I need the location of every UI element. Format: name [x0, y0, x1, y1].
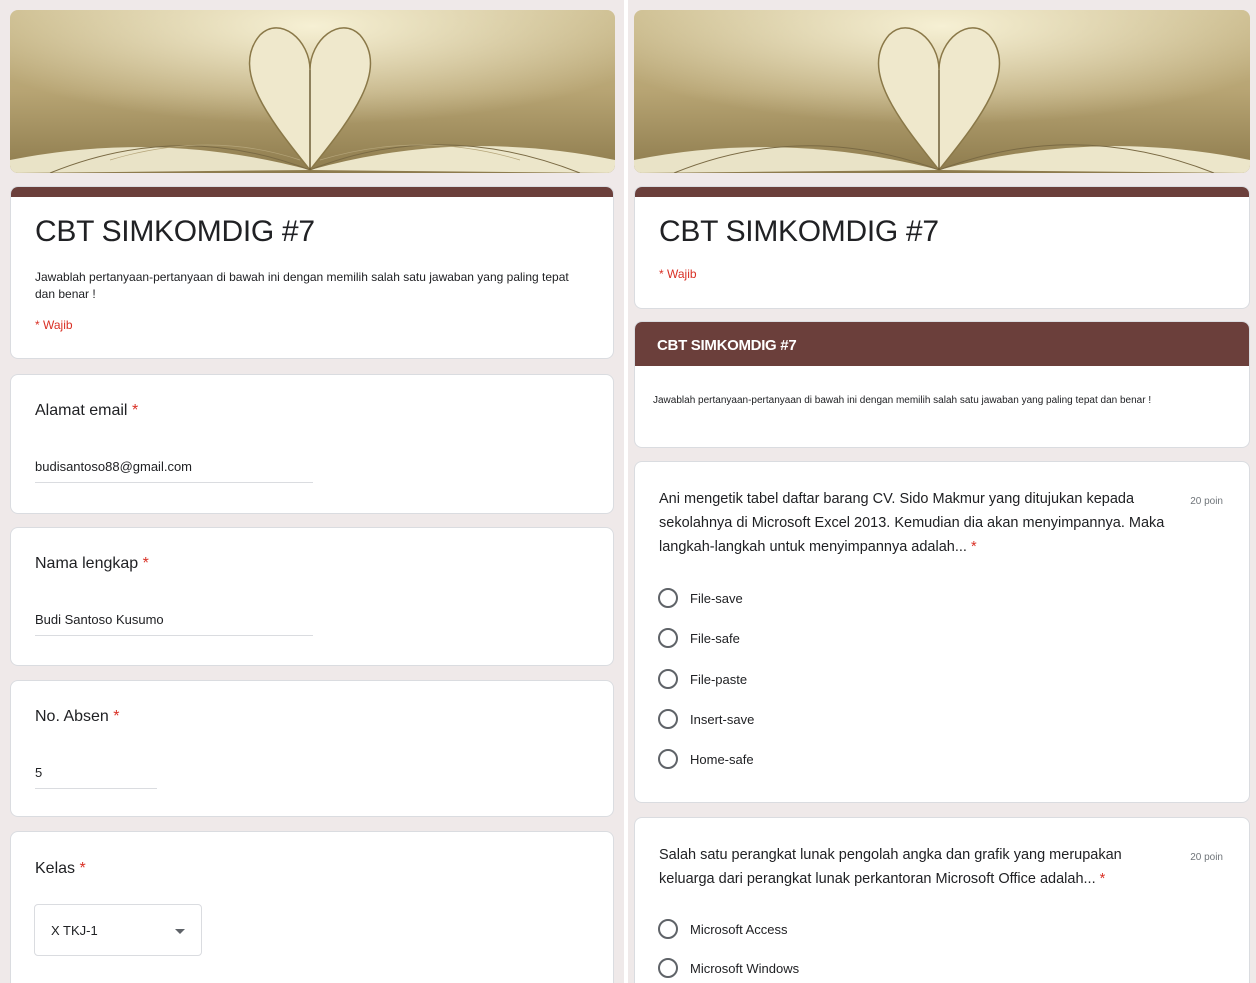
header-image [634, 10, 1250, 173]
section-card: CBT SIMKOMDIG #7 Jawablah pertanyaan-per… [634, 321, 1250, 448]
option-label: File-save [690, 590, 743, 606]
form-page-left: CBT SIMKOMDIG #7 Jawablah pertanyaan-per… [0, 0, 624, 983]
kelas-label: Kelas [35, 860, 76, 877]
name-question-card: Nama lengkap * Budi Santoso Kusumo [10, 527, 614, 666]
radio-button[interactable] [658, 709, 678, 729]
form-header-card: CBT SIMKOMDIG #7 * Wajib [634, 186, 1250, 309]
absen-label: No. Absen [35, 708, 109, 725]
option-label: File-safe [690, 630, 740, 646]
radio-button[interactable] [658, 919, 678, 939]
question-label: Kelas * [35, 860, 86, 878]
question-1-text: Ani mengetik tabel daftar barang CV. Sid… [659, 491, 1165, 555]
question-2-text: Salah satu perangkat lunak pengolah angk… [659, 847, 1122, 887]
option-label: Microsoft Windows [690, 960, 800, 976]
points-label: 20 poin [1190, 496, 1223, 507]
name-field[interactable]: Budi Santoso Kusumo [35, 612, 313, 636]
email-label: Alamat email [35, 402, 128, 419]
book-heart-image [634, 10, 1250, 173]
option-label: Home-safe [690, 751, 754, 767]
question-label: Nama lengkap * [35, 555, 149, 573]
option-home-safe[interactable]: Home-safe [658, 747, 754, 771]
required-note: * Wajib [659, 267, 697, 281]
required-star: * [142, 555, 149, 572]
radio-button[interactable] [658, 669, 678, 689]
theme-accent-bar [11, 187, 613, 197]
header-image [10, 10, 615, 173]
email-question-card: Alamat email * budisantoso88@gmail.com [10, 374, 614, 514]
email-field[interactable]: budisantoso88@gmail.com [35, 459, 313, 483]
required-star: * [79, 860, 86, 877]
kelas-question-card: Kelas * X TKJ-1 [10, 831, 614, 983]
question-card-2: Salah satu perangkat lunak pengolah angk… [634, 817, 1250, 983]
kelas-selected-value: X TKJ-1 [51, 922, 98, 938]
points-label: 20 poin [1190, 852, 1223, 863]
option-label: File-paste [690, 671, 748, 687]
form-page-right: CBT SIMKOMDIG #7 * Wajib CBT SIMKOMDIG #… [628, 0, 1256, 983]
question-text: Salah satu perangkat lunak pengolah angk… [659, 843, 1179, 891]
option-file-save[interactable]: File-save [658, 586, 743, 610]
kelas-dropdown[interactable]: X TKJ-1 [34, 904, 202, 956]
required-star: * [1099, 871, 1106, 887]
option-file-safe[interactable]: File-safe [658, 626, 740, 650]
question-label: Alamat email * [35, 402, 138, 420]
question-text: Ani mengetik tabel daftar barang CV. Sid… [659, 487, 1179, 559]
option-insert-save[interactable]: Insert-save [658, 707, 754, 731]
book-heart-image [10, 10, 615, 173]
form-description: Jawablah pertanyaan-pertanyaan di bawah … [35, 270, 569, 301]
question-label: No. Absen * [35, 708, 120, 726]
absen-question-card: No. Absen * 5 [10, 680, 614, 817]
required-star: * [970, 539, 977, 555]
required-star: * [131, 402, 139, 419]
question-card-1: Ani mengetik tabel daftar barang CV. Sid… [634, 461, 1250, 803]
option-microsoft-windows[interactable]: Microsoft Windows [658, 956, 799, 980]
required-note: * Wajib [35, 318, 73, 332]
required-star: * [113, 708, 120, 725]
radio-button[interactable] [658, 628, 678, 648]
section-title: CBT SIMKOMDIG #7 [635, 322, 1249, 366]
name-label: Nama lengkap [35, 555, 139, 572]
section-description: Jawablah pertanyaan-pertanyaan di bawah … [653, 395, 1152, 406]
option-label: Insert-save [690, 711, 755, 727]
form-title: CBT SIMKOMDIG #7 [659, 215, 939, 248]
form-header-card: CBT SIMKOMDIG #7 Jawablah pertanyaan-per… [10, 186, 614, 359]
option-microsoft-access[interactable]: Microsoft Access [658, 917, 788, 941]
option-label: Microsoft Access [690, 921, 788, 937]
radio-button[interactable] [658, 588, 678, 608]
radio-button[interactable] [658, 958, 678, 978]
radio-button[interactable] [658, 749, 678, 769]
form-title: CBT SIMKOMDIG #7 [35, 215, 315, 248]
option-file-paste[interactable]: File-paste [658, 667, 747, 691]
theme-accent-bar [635, 187, 1249, 197]
absen-field[interactable]: 5 [35, 765, 157, 789]
dropdown-arrow-icon [175, 929, 185, 934]
